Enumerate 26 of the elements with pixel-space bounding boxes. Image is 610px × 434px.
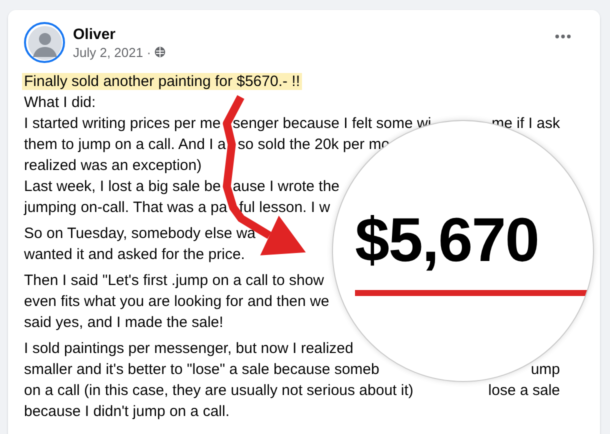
post-text: because I didn't jump on a call. [24, 402, 230, 422]
post-text: on a call (in this case, they are usually not serious about it) [24, 381, 414, 401]
more-options-icon[interactable] [554, 34, 572, 39]
avatar[interactable] [24, 22, 65, 63]
highlighted-text: Finally sold another painting for $5670.- !! [22, 73, 302, 90]
globe-icon [154, 46, 166, 58]
post-text: I sold paintings per messenger, but now I realized [24, 339, 354, 359]
post-text: Last week, I lost a big sale be [24, 177, 221, 197]
post-text: said yes, and I made the sale! [24, 313, 224, 333]
post-text: lose a sale [488, 381, 560, 401]
post-text: wanted it and asked for the price. [24, 245, 245, 265]
post-date[interactable]: July 2, 2021 · [73, 44, 152, 60]
price-amount: $5,670 [355, 206, 539, 276]
post-text: realized was an exception) [24, 156, 202, 176]
post-text: ump [530, 360, 560, 380]
post-text: ause I wrote the [232, 177, 340, 197]
post-text: even fits what you are looking for and then we [24, 292, 330, 312]
post-text: I started writing prices per me [24, 114, 221, 134]
post-text: jumping on-call. That was a pa [24, 198, 228, 218]
post-text: So on Tuesday, somebody else wa [24, 224, 256, 244]
author-name[interactable]: Oliver [73, 26, 546, 42]
post-text: ful lesson. I w [239, 198, 330, 218]
post-text: Then I said "Let's first .jump on a call to show [24, 271, 324, 291]
post-text: smaller and it's better to "lose" a sale because someb [24, 360, 380, 380]
post-text: What I did: [24, 93, 96, 113]
post-text: them to jump on a call. And I a [24, 135, 226, 155]
